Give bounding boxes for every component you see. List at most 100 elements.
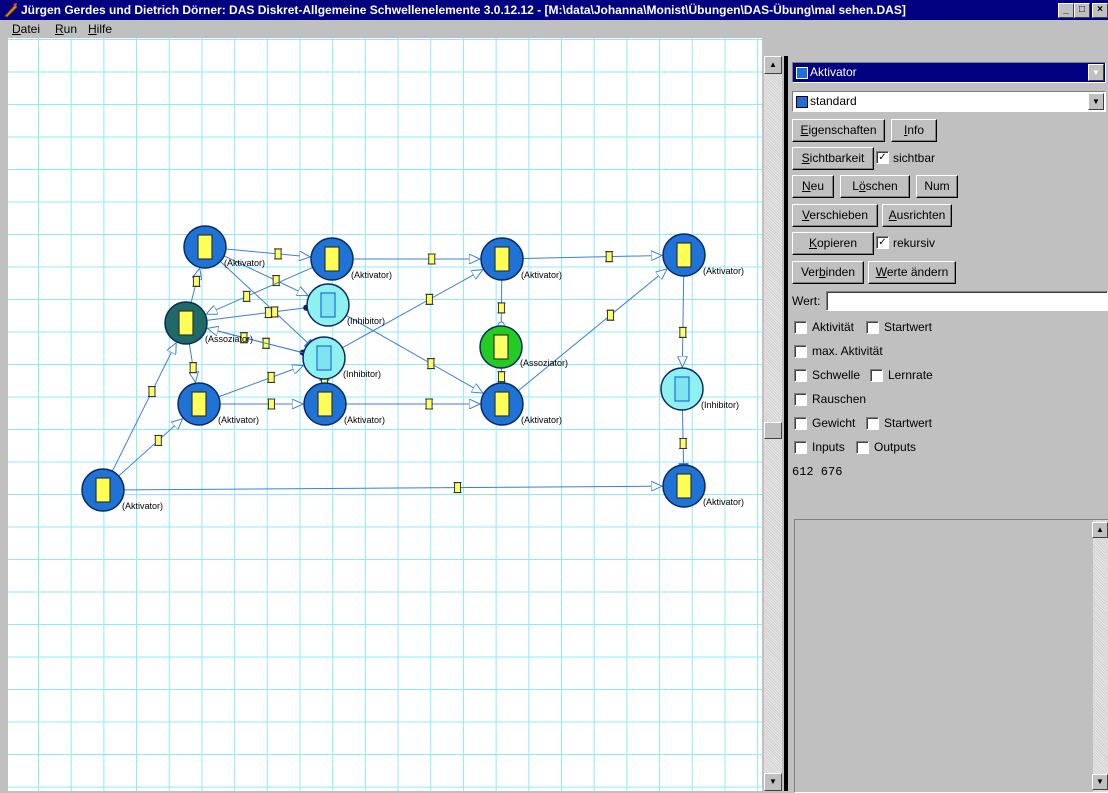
- style-combo[interactable]: standard ▼: [792, 91, 1106, 112]
- menu-run[interactable]: Run: [55, 22, 77, 36]
- menu-datei-label: atei: [21, 22, 40, 36]
- rauschen-checkbox[interactable]: [794, 393, 807, 406]
- node-inhibitor[interactable]: (Inhibitor): [303, 337, 381, 379]
- info-listbox[interactable]: ▲ ▼: [794, 519, 1108, 793]
- listbox-scrollbar[interactable]: ▲ ▼: [1093, 520, 1108, 792]
- link-weight-marker[interactable]: [272, 276, 280, 286]
- max-aktivitaet-checkbox[interactable]: [794, 345, 807, 358]
- verbinden-button[interactable]: Verbinden: [792, 261, 864, 284]
- canvas-vertical-scrollbar[interactable]: ▲ ▼: [764, 56, 782, 791]
- link-line[interactable]: [342, 270, 482, 348]
- eigenschaften-button[interactable]: Eigenschaften: [792, 119, 885, 142]
- chevron-down-icon[interactable]: ▼: [1088, 93, 1104, 110]
- link-line[interactable]: [226, 249, 310, 257]
- startwert2-label: Startwert: [884, 416, 932, 430]
- verschieben-button[interactable]: Verschieben: [792, 204, 878, 227]
- link-weight-marker[interactable]: [605, 252, 613, 262]
- network-graph[interactable]: (Aktivator) (Aktivator) (Aktivator) (Aktiva…: [8, 38, 762, 791]
- num-button[interactable]: Num: [916, 175, 958, 198]
- node-label: (Inhibitor): [347, 316, 385, 326]
- loeschen-button[interactable]: Löschen: [840, 175, 910, 198]
- chevron-down-icon[interactable]: ▼: [1088, 64, 1104, 81]
- node-inhibitor[interactable]: (Inhibitor): [661, 368, 739, 410]
- link-weight-marker[interactable]: [154, 435, 162, 445]
- link-line[interactable]: [518, 269, 667, 391]
- kopieren-label: opieren: [817, 236, 857, 250]
- link-weight-marker[interactable]: [271, 307, 279, 317]
- minimize-button[interactable]: _: [1058, 3, 1074, 18]
- link-line[interactable]: [207, 308, 306, 321]
- link-line[interactable]: [346, 315, 483, 393]
- sichtbarkeit-button[interactable]: Sichtbarkeit: [792, 147, 874, 170]
- werte-aendern-button[interactable]: Werte ändern: [868, 261, 956, 284]
- list-scroll-down-button[interactable]: ▼: [1092, 774, 1108, 790]
- scroll-thumb[interactable]: [764, 422, 782, 439]
- pane-splitter[interactable]: [784, 56, 788, 791]
- menu-hilfe[interactable]: Hilfe: [88, 22, 112, 36]
- link-weight-marker[interactable]: [498, 372, 506, 382]
- link-line[interactable]: [523, 255, 662, 258]
- kopieren-button[interactable]: Kopieren: [792, 232, 874, 255]
- link-weight-marker[interactable]: [425, 294, 433, 304]
- node-activation-bar: [677, 243, 691, 267]
- loeschen-label-start: L: [852, 179, 859, 193]
- link-weight-marker[interactable]: [428, 254, 436, 264]
- link-weight-marker[interactable]: [679, 438, 687, 448]
- link-weight-marker[interactable]: [679, 327, 687, 337]
- network-canvas[interactable]: (Aktivator) (Aktivator) (Aktivator) (Aktiva…: [8, 38, 762, 791]
- startwert-checkbox[interactable]: [866, 321, 879, 334]
- link-weight-marker[interactable]: [192, 276, 200, 286]
- link-weight-marker[interactable]: [243, 291, 251, 301]
- node-aktivator[interactable]: (Aktivator): [184, 226, 265, 268]
- wert-input[interactable]: [826, 291, 1108, 311]
- rekursiv-checkbox[interactable]: ✓: [876, 236, 889, 249]
- link-weight-marker[interactable]: [606, 310, 614, 320]
- link-line[interactable]: [219, 366, 304, 397]
- type-combo[interactable]: Aktivator ▼: [792, 62, 1106, 83]
- link-weight-marker[interactable]: [427, 359, 435, 369]
- link-line[interactable]: [682, 410, 683, 464]
- link-weight-marker[interactable]: [274, 249, 282, 259]
- startwert2-checkbox[interactable]: [866, 417, 879, 430]
- close-button[interactable]: ×: [1092, 3, 1108, 18]
- scroll-down-button[interactable]: ▼: [764, 773, 782, 791]
- list-scroll-up-button[interactable]: ▲: [1092, 522, 1108, 538]
- scroll-up-button[interactable]: ▲: [764, 56, 782, 74]
- outputs-checkbox[interactable]: [856, 441, 869, 454]
- link-line[interactable]: [112, 343, 176, 471]
- info-button[interactable]: Info: [891, 119, 937, 142]
- link-line[interactable]: [682, 276, 683, 367]
- node-aktivator[interactable]: (Aktivator): [481, 383, 562, 425]
- node-inhibitor[interactable]: (Inhibitor): [307, 284, 385, 326]
- node-assoziator-green[interactable]: (Assoziator): [480, 326, 568, 368]
- gewicht-checkbox[interactable]: [794, 417, 807, 430]
- link-line[interactable]: [124, 486, 662, 490]
- sichtbar-checkbox[interactable]: ✓: [876, 151, 889, 164]
- node-assoziator-dark[interactable]: (Assoziator): [165, 302, 253, 344]
- link-weight-marker[interactable]: [425, 399, 433, 409]
- link-weight-marker[interactable]: [454, 483, 462, 493]
- inputs-label: Inputs: [812, 440, 845, 454]
- lernrate-checkbox[interactable]: [870, 369, 883, 382]
- inputs-checkbox[interactable]: [794, 441, 807, 454]
- node-aktivator[interactable]: (Aktivator): [663, 465, 744, 507]
- link-weight-marker[interactable]: [189, 363, 197, 373]
- link-line[interactable]: [119, 419, 183, 476]
- node-label: (Aktivator): [703, 497, 744, 507]
- link-weight-marker[interactable]: [148, 387, 156, 397]
- node-label: (Aktivator): [521, 270, 562, 280]
- link-weight-marker[interactable]: [267, 399, 275, 409]
- node-aktivator[interactable]: (Aktivator): [481, 238, 562, 280]
- schwelle-checkbox[interactable]: [794, 369, 807, 382]
- node-aktivator[interactable]: (Aktivator): [663, 234, 744, 276]
- ausrichten-button[interactable]: Ausrichten: [882, 204, 952, 227]
- link-weight-marker[interactable]: [267, 372, 275, 382]
- links-layer: [112, 249, 687, 493]
- menu-datei[interactable]: Datei: [12, 22, 40, 36]
- aktivitaet-checkbox[interactable]: [794, 321, 807, 334]
- verbinden-mnemonic: b: [819, 265, 826, 279]
- aktivitaet-label: Aktivität: [812, 320, 854, 334]
- maximize-button[interactable]: □: [1074, 3, 1090, 18]
- link-weight-marker[interactable]: [497, 303, 505, 313]
- neu-button[interactable]: Neu: [792, 175, 834, 198]
